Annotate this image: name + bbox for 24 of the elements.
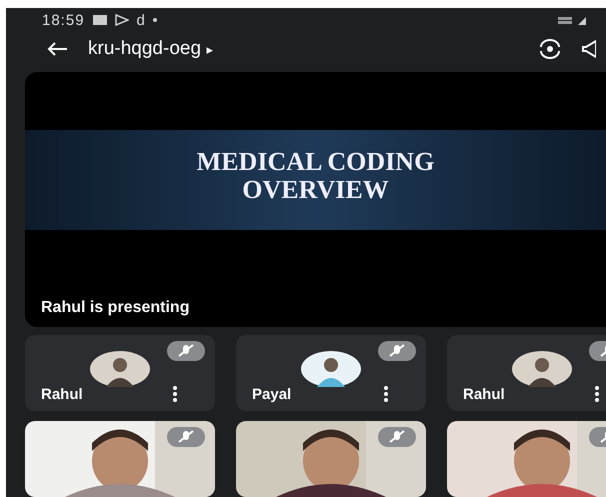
meeting-code[interactable]: kru-hqgd-oeg ▸ — [88, 38, 214, 60]
participant-name: Payal — [252, 386, 292, 403]
participant-name: Rahul — [463, 386, 505, 403]
play-icon — [114, 14, 129, 26]
more-options-icon[interactable] — [595, 386, 599, 402]
participant-tile[interactable]: Rahul — [25, 335, 215, 411]
avatar — [90, 351, 150, 387]
dot-icon — [152, 18, 157, 22]
status-time: 18:59 — [42, 12, 85, 29]
avatar — [512, 351, 572, 387]
more-options-icon[interactable] — [173, 386, 177, 402]
speaker-icon[interactable] — [582, 40, 596, 58]
presenter-caption: Rahul is presenting — [40, 299, 190, 318]
slide-title: MEDICAL CODING OVERVIEW — [196, 148, 436, 203]
participant-tile[interactable]: Rahul — [447, 335, 606, 411]
image-icon — [92, 15, 107, 26]
signal-icon — [558, 15, 588, 26]
participant-name: Rahul — [41, 386, 83, 403]
notification-letter: d — [136, 12, 145, 29]
switch-camera-icon[interactable] — [538, 38, 562, 59]
back-arrow-icon[interactable] — [46, 40, 68, 57]
avatar — [301, 351, 361, 387]
more-options-icon[interactable] — [384, 386, 388, 402]
participant-tile[interactable]: Payal — [236, 335, 426, 411]
